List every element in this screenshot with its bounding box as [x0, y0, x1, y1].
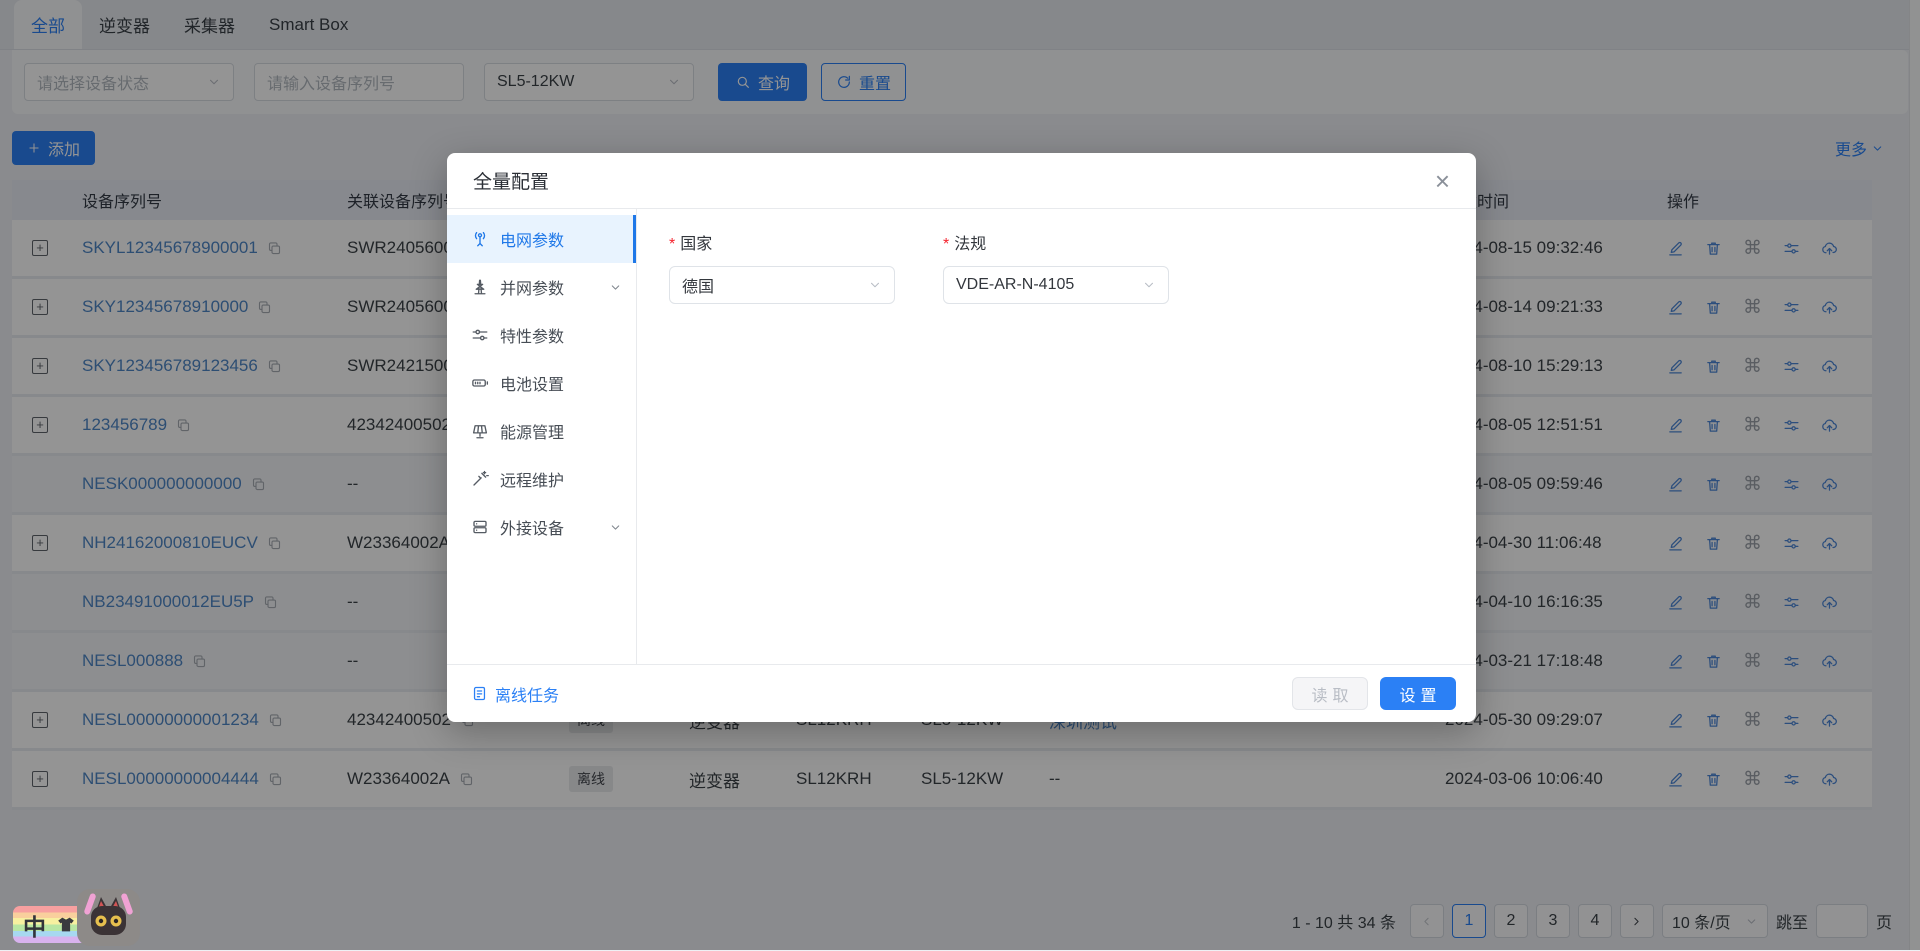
sliders-icon	[471, 326, 489, 344]
menu-item-label: 电池设置	[500, 371, 564, 395]
menu-item-label: 特性参数	[500, 323, 564, 347]
chevron-down-icon	[868, 278, 882, 292]
devices-icon	[471, 518, 489, 536]
menu-item-characteristic-parameters[interactable]: 特性参数	[447, 311, 636, 359]
modal-header: 全量配置 ×	[447, 153, 1476, 209]
menu-item-label: 能源管理	[500, 419, 564, 443]
country-select[interactable]: 德国	[669, 266, 895, 304]
menu-item-remote-maintenance[interactable]: 远程维护	[447, 455, 636, 503]
chevron-down-icon	[609, 281, 622, 294]
country-field: *国家 德国	[669, 230, 895, 664]
full-config-modal: 全量配置 × 电网参数 并网参数 特性参数 电池设置 能	[447, 153, 1476, 722]
solar-panel-icon	[471, 422, 489, 440]
menu-item-label: 远程维护	[500, 467, 564, 491]
config-form: *国家 德国 *法规 VDE-AR-N-4105	[637, 209, 1476, 664]
chevron-down-icon	[609, 521, 622, 534]
required-asterisk: *	[943, 236, 949, 253]
country-value: 德国	[682, 273, 714, 297]
menu-item-grid-parameters[interactable]: 电网参数	[447, 215, 636, 263]
menu-item-energy-management[interactable]: 能源管理	[447, 407, 636, 455]
modal-footer: 离线任务 读取 设置	[447, 664, 1476, 722]
regulation-field: *法规 VDE-AR-N-4105	[943, 230, 1169, 664]
regulation-label: *法规	[943, 230, 1169, 254]
offline-task-label: 离线任务	[495, 682, 559, 706]
menu-item-label: 并网参数	[500, 275, 564, 299]
task-list-icon	[471, 685, 488, 702]
modal-title: 全量配置	[473, 167, 549, 194]
menu-item-label: 外接设备	[500, 515, 564, 539]
offline-task-link[interactable]: 离线任务	[471, 682, 559, 706]
wand-icon	[471, 470, 489, 488]
config-menu: 电网参数 并网参数 特性参数 电池设置 能源管理 远程维护	[447, 209, 637, 664]
chevron-down-icon	[1142, 278, 1156, 292]
pylon-icon	[471, 278, 489, 296]
antenna-icon	[471, 230, 489, 248]
regulation-value: VDE-AR-N-4105	[956, 276, 1074, 294]
set-button[interactable]: 设置	[1380, 677, 1456, 710]
read-button[interactable]: 读取	[1292, 677, 1368, 710]
ime-toolbar: 中	[13, 886, 153, 946]
menu-item-ongrid-parameters[interactable]: 并网参数	[447, 263, 636, 311]
menu-item-battery-settings[interactable]: 电池设置	[447, 359, 636, 407]
cat-avatar-icon[interactable]	[77, 889, 140, 946]
menu-item-external-devices[interactable]: 外接设备	[447, 503, 636, 551]
ime-language-label: 中	[23, 908, 46, 942]
required-asterisk: *	[669, 236, 675, 253]
regulation-select[interactable]: VDE-AR-N-4105	[943, 266, 1169, 304]
country-label: *国家	[669, 230, 895, 254]
menu-item-label: 电网参数	[500, 227, 564, 251]
battery-icon	[471, 374, 489, 392]
shirt-icon	[55, 914, 77, 936]
close-icon[interactable]: ×	[1435, 168, 1450, 194]
